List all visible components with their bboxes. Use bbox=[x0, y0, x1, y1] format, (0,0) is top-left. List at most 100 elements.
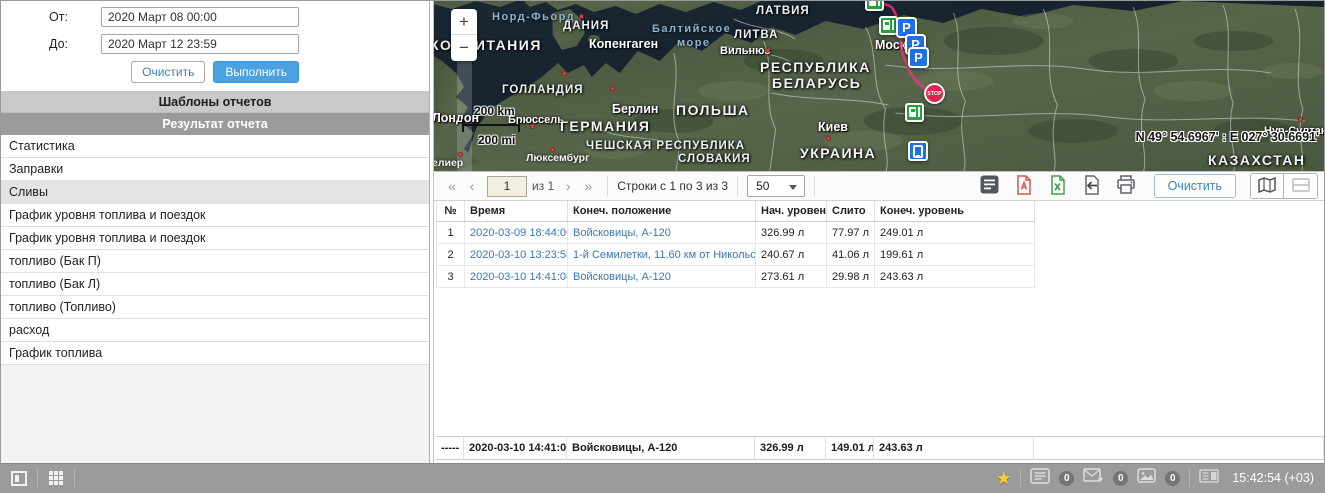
report-toolbar: « ‹ из 1 › » Строки с 1 по 3 из 3 50 bbox=[434, 171, 1324, 201]
split-view-toggle[interactable] bbox=[1284, 174, 1317, 198]
column-header[interactable]: Нач. уровень bbox=[755, 201, 827, 222]
first-page-button[interactable]: « bbox=[442, 175, 462, 197]
layout-panel-button[interactable] bbox=[1199, 468, 1220, 488]
report-item[interactable]: топливо (Бак Л) bbox=[1, 273, 429, 296]
column-header[interactable]: Конеч. уровень bbox=[874, 201, 1035, 222]
total-start-level: 326.99 л bbox=[755, 437, 826, 459]
table-header-row: № Время Конеч. положение Нач. уровень Слито К… bbox=[436, 201, 1035, 222]
rows-info-label: Строки с 1 по 3 из 3 bbox=[617, 179, 729, 193]
report-item[interactable]: Заправки bbox=[1, 158, 429, 181]
location-link[interactable]: Войсковицы, А-120 bbox=[573, 227, 671, 239]
time-link[interactable]: 2020-03-09 18:44:06 bbox=[470, 227, 567, 239]
import-file-button[interactable] bbox=[1078, 173, 1106, 199]
statusbar-divider bbox=[1020, 469, 1022, 487]
clear-result-button[interactable]: Очистить bbox=[1153, 174, 1236, 198]
app-window: От: До: Очистить Выполнить Шаблоны отчет… bbox=[0, 0, 1325, 493]
total-num: ----- bbox=[436, 437, 464, 459]
file-import-icon bbox=[1083, 174, 1101, 198]
column-header[interactable]: Слито bbox=[826, 201, 875, 222]
apps-grid-button[interactable] bbox=[48, 470, 64, 486]
report-item[interactable]: расход bbox=[1, 319, 429, 342]
page-size-select[interactable]: 50 bbox=[747, 175, 806, 197]
total-filler bbox=[1034, 437, 1324, 459]
stop-marker[interactable]: STOP bbox=[924, 83, 945, 104]
messages-button[interactable] bbox=[1083, 468, 1104, 488]
column-header[interactable]: Время bbox=[464, 201, 568, 222]
fuel-marker[interactable] bbox=[865, 1, 884, 11]
report-list: Статистика Заправки Сливы График уровня топ… bbox=[1, 135, 429, 463]
media-button[interactable] bbox=[1137, 468, 1157, 488]
main-area: От: До: Очистить Выполнить Шаблоны отчет… bbox=[1, 1, 1324, 463]
content-panel: + − 200 km 200 mi N 49° 54.6967' : E 027… bbox=[434, 1, 1324, 463]
cell-end-level: 249.01 л bbox=[874, 221, 1035, 244]
messages-count-badge: 0 bbox=[1113, 470, 1129, 486]
cell-end-level: 199.61 л bbox=[874, 243, 1035, 266]
table-total-row: ----- 2020-03-10 14:41:04 Войсковицы, А-… bbox=[436, 436, 1324, 460]
time-link[interactable]: 2020-03-10 14:41:04 bbox=[470, 271, 567, 283]
to-date-input[interactable] bbox=[101, 34, 299, 54]
export-excel-button[interactable] bbox=[1044, 173, 1072, 199]
table-row: 2 2020-03-10 13:23:58 1-й Семилетки, 11.60… bbox=[436, 243, 1035, 266]
last-page-button[interactable]: » bbox=[578, 175, 598, 197]
cell-start-level: 273.61 л bbox=[755, 265, 827, 288]
star-icon[interactable]: ★ bbox=[996, 470, 1011, 487]
cell-time: 2020-03-10 14:41:04 bbox=[464, 265, 568, 288]
next-page-button[interactable]: › bbox=[558, 175, 578, 197]
total-time: 2020-03-10 14:41:04 bbox=[464, 437, 567, 459]
from-date-input[interactable] bbox=[101, 7, 299, 27]
report-item[interactable]: График уровня топлива и поездок bbox=[1, 227, 429, 250]
prev-page-button[interactable]: ‹ bbox=[462, 175, 482, 197]
report-item[interactable]: топливо (Топливо) bbox=[1, 296, 429, 319]
excel-icon bbox=[1049, 174, 1067, 198]
envelope-icon bbox=[1083, 468, 1104, 488]
scale-bar bbox=[462, 119, 520, 132]
report-result-grid: № Время Конеч. положение Нач. уровень Слито К… bbox=[434, 201, 1324, 463]
location-link[interactable]: 1-й Семилетки, 11.60 км от Никольское bbox=[573, 249, 755, 261]
zoom-out-button[interactable]: − bbox=[451, 35, 477, 61]
report-item[interactable]: топливо (Бак П) bbox=[1, 250, 429, 273]
notifications-button[interactable] bbox=[1030, 467, 1051, 489]
monitor-view-button[interactable] bbox=[11, 470, 27, 486]
notifications-icon bbox=[1030, 467, 1051, 489]
report-item[interactable]: График топлива bbox=[1, 342, 429, 365]
time-link[interactable]: 2020-03-10 13:23:58 bbox=[470, 249, 567, 261]
column-header[interactable]: Конеч. положение bbox=[567, 201, 756, 222]
clear-filter-button[interactable]: Очистить bbox=[131, 61, 206, 83]
grid-icon bbox=[48, 470, 64, 486]
column-header[interactable]: № bbox=[436, 201, 465, 222]
page-total-label: из 1 bbox=[532, 179, 555, 193]
chevron-down-icon bbox=[789, 185, 798, 190]
cell-time: 2020-03-09 18:44:06 bbox=[464, 221, 568, 244]
export-pdf-button[interactable] bbox=[1010, 173, 1038, 199]
table-row: 3 2020-03-10 14:41:04 Войсковицы, А-120 273… bbox=[436, 265, 1035, 288]
unit-marker[interactable] bbox=[908, 141, 928, 161]
page-number-input[interactable] bbox=[487, 175, 527, 197]
map-scale: 200 km 200 mi bbox=[462, 104, 520, 147]
cell-location: 1-й Семилетки, 11.60 км от Никольское bbox=[567, 243, 756, 266]
map-view-toggle[interactable] bbox=[1251, 174, 1284, 198]
statusbar-divider bbox=[37, 469, 38, 487]
print-button[interactable] bbox=[1112, 173, 1140, 199]
cell-drained: 41.06 л bbox=[826, 243, 875, 266]
report-item[interactable]: Сливы bbox=[1, 181, 429, 204]
parking-marker[interactable]: P bbox=[908, 47, 929, 68]
map[interactable]: + − 200 km 200 mi N 49° 54.6967' : E 027… bbox=[434, 1, 1324, 171]
cursor-coordinates: N 49° 54.6967' : E 027° 30.6691' bbox=[1135, 130, 1319, 144]
fuel-marker[interactable] bbox=[905, 103, 924, 122]
report-item[interactable]: Статистика bbox=[1, 135, 429, 158]
report-view-button[interactable] bbox=[976, 173, 1004, 199]
split-view-icon bbox=[1291, 177, 1310, 195]
map-icon bbox=[1257, 176, 1277, 196]
drains-table: № Время Конеч. положение Нач. уровень Слито К… bbox=[436, 201, 1035, 288]
report-item[interactable]: График уровня топлива и поездок bbox=[1, 204, 429, 227]
total-end-level: 243.63 л bbox=[874, 437, 1034, 459]
to-label: До: bbox=[49, 37, 69, 51]
table-row: 1 2020-03-09 18:44:06 Войсковицы, А-120 326… bbox=[436, 221, 1035, 244]
map-zoom-control: + − bbox=[451, 9, 477, 61]
printer-icon bbox=[1116, 175, 1136, 197]
zoom-in-button[interactable]: + bbox=[451, 9, 477, 35]
execute-report-button[interactable]: Выполнить bbox=[213, 61, 299, 83]
scale-mi-label: 200 mi bbox=[478, 133, 516, 147]
location-link[interactable]: Войсковицы, А-120 bbox=[573, 271, 671, 283]
fuel-hose-detail bbox=[878, 1, 880, 6]
